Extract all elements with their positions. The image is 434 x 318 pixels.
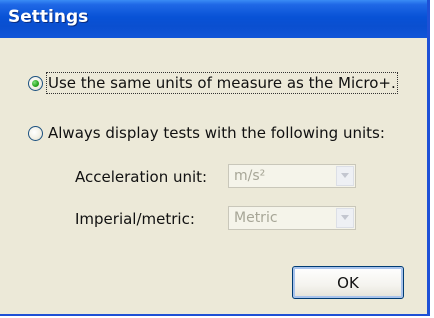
acceleration-dropdown-button[interactable] [336, 166, 354, 186]
radio-custom-units[interactable]: Always display tests with the following … [28, 124, 385, 142]
dialog-title: Settings [8, 7, 89, 27]
acceleration-unit-label: Acceleration unit: [75, 168, 208, 186]
radio-custom-units-label[interactable]: Always display tests with the following … [48, 124, 385, 142]
chevron-down-icon [341, 173, 349, 178]
imperial-metric-select[interactable]: Metric [228, 206, 356, 230]
settings-dialog: Settings Use the same units of measure a… [0, 0, 430, 316]
imperial-metric-label: Imperial/metric: [75, 210, 195, 228]
title-bar[interactable]: Settings [0, 0, 427, 38]
ok-button[interactable]: OK [292, 266, 404, 299]
radio-same-units-button[interactable] [28, 75, 43, 91]
imperial-metric-value: Metric [234, 210, 278, 226]
ok-button-label: OK [337, 273, 359, 292]
radio-same-units-label[interactable]: Use the same units of measure as the Mic… [46, 72, 398, 94]
acceleration-unit-value: m/s² [234, 168, 266, 184]
radio-same-units[interactable]: Use the same units of measure as the Mic… [28, 72, 398, 94]
radio-selected-dot [32, 79, 39, 87]
chevron-down-icon [341, 215, 349, 220]
radio-custom-units-button[interactable] [28, 125, 43, 141]
acceleration-unit-select[interactable]: m/s² [228, 164, 356, 188]
imperial-metric-dropdown-button[interactable] [336, 208, 354, 228]
